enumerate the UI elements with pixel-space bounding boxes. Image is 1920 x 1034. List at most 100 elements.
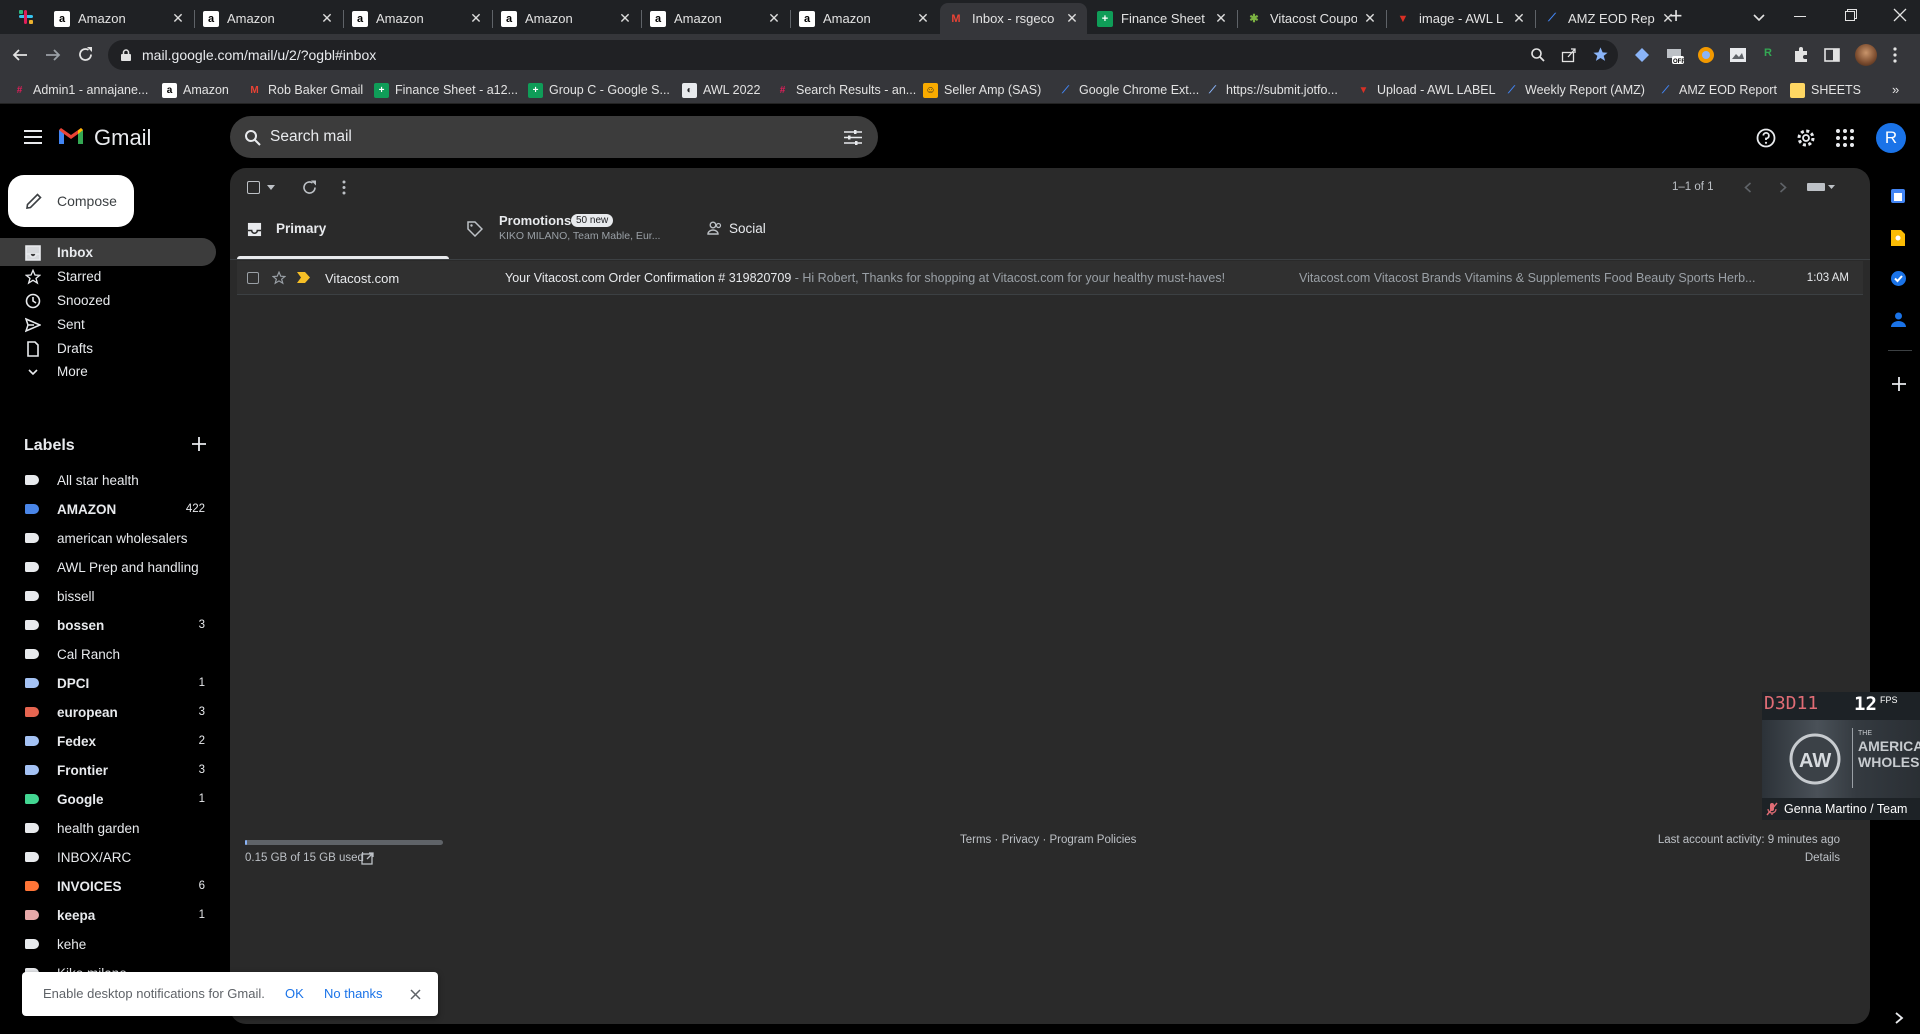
bookmark-item[interactable]: ⟋ Google Chrome Ext...	[1058, 80, 1199, 100]
bookmark-item[interactable]: a Amazon	[162, 80, 229, 100]
tab-search-icon[interactable]	[1752, 10, 1766, 24]
profile-avatar-icon[interactable]	[1855, 44, 1877, 66]
manage-storage-icon[interactable]	[361, 852, 374, 865]
label-item[interactable]: bossen 3	[0, 611, 216, 639]
bookmark-item[interactable]: ◐ AWL 2022	[682, 80, 760, 100]
browser-menu-icon[interactable]	[1893, 46, 1897, 64]
address-bar[interactable]: mail.google.com/mail/u/2/?ogbl#inbox	[108, 40, 1618, 70]
refresh-icon[interactable]	[302, 180, 317, 195]
browser-tab[interactable]: a Amazon ✕	[642, 3, 789, 34]
browser-tab[interactable]: a Amazon ✕	[493, 3, 640, 34]
restore-window-button[interactable]	[1845, 9, 1857, 21]
browser-tab[interactable]: M Inbox - rsgeco ✕	[940, 3, 1087, 34]
label-item[interactable]: Google 1	[0, 785, 216, 813]
browser-tab[interactable]: ▼ image - AWL L ✕	[1387, 3, 1534, 34]
minimize-window-button[interactable]	[1794, 16, 1806, 17]
bookmark-item[interactable]: # Search Results - an...	[775, 80, 916, 100]
more-actions-icon[interactable]	[342, 180, 346, 195]
row-checkbox[interactable]	[247, 272, 259, 284]
bookmark-item[interactable]: # Admin1 - annajane...	[12, 80, 149, 100]
bookmark-item[interactable]: ⟋ Weekly Report (AMZ)	[1504, 80, 1645, 100]
label-item[interactable]: All star health	[0, 466, 216, 494]
browser-tab[interactable]: a Amazon ✕	[195, 3, 342, 34]
label-item[interactable]: Cal Ranch	[0, 640, 216, 668]
privacy-link[interactable]: Privacy	[1002, 834, 1040, 846]
browser-tab[interactable]: ⟋ AMZ EOD Rep ✕	[1536, 3, 1683, 34]
back-button[interactable]	[12, 47, 28, 63]
search-icon[interactable]	[244, 129, 261, 146]
contacts-icon[interactable]	[1890, 311, 1907, 328]
tab-close-icon[interactable]: ✕	[1214, 10, 1228, 27]
tab-promotions[interactable]: Promotions 50 new KIKO MILANO, Team Mable,…	[453, 211, 673, 259]
label-item[interactable]: DPCI 1	[0, 669, 216, 697]
extensions-puzzle-icon[interactable]	[1792, 46, 1810, 64]
forward-button[interactable]	[45, 47, 61, 63]
notification-ok-button[interactable]: OK	[285, 986, 304, 1001]
older-page-button[interactable]	[1779, 182, 1787, 193]
tasks-icon[interactable]	[1890, 270, 1907, 287]
notification-no-thanks-button[interactable]: No thanks	[324, 986, 383, 1001]
bookmark-item[interactable]: SHEETS	[1790, 80, 1861, 100]
zoom-icon[interactable]	[1530, 47, 1546, 63]
label-item[interactable]: european 3	[0, 698, 216, 726]
sidebar-item-more[interactable]: More	[0, 357, 216, 385]
tab-close-icon[interactable]: ✕	[1065, 10, 1079, 27]
label-item[interactable]: kehe	[0, 930, 216, 958]
lock-icon[interactable]	[121, 49, 131, 61]
new-tab-button[interactable]: +	[1665, 5, 1687, 28]
label-item[interactable]: keepa 1	[0, 901, 216, 929]
label-item[interactable]: bissell	[0, 582, 216, 610]
get-addons-icon[interactable]	[1892, 377, 1906, 391]
settings-gear-icon[interactable]	[1796, 128, 1816, 148]
browser-tab[interactable]: a Amazon ✕	[791, 3, 938, 34]
tab-social[interactable]: Social	[693, 211, 913, 259]
program-policies-link[interactable]: Program Policies	[1050, 834, 1137, 846]
browser-tab[interactable]: a Amazon ✕	[46, 3, 193, 34]
bookmark-star-icon[interactable]	[1592, 46, 1609, 63]
bookmark-item[interactable]: ⟋ https://submit.jotfo...	[1205, 80, 1338, 100]
help-icon[interactable]	[1756, 128, 1776, 148]
share-icon[interactable]	[1561, 47, 1577, 63]
bookmark-item[interactable]: ☺ Seller Amp (SAS)	[923, 80, 1041, 100]
tab-close-icon[interactable]: ✕	[618, 10, 632, 27]
tab-close-icon[interactable]: ✕	[767, 10, 781, 27]
extension-circle-icon[interactable]	[1697, 46, 1715, 64]
main-menu-icon[interactable]	[24, 130, 42, 144]
search-bar[interactable]: Search mail	[230, 116, 878, 158]
tab-primary[interactable]: Primary	[230, 211, 450, 259]
input-tools-keyboard-icon[interactable]	[1807, 182, 1835, 192]
browser-tab[interactable]: a Amazon ✕	[344, 3, 491, 34]
more-bookmarks-chevron-icon[interactable]: »	[1892, 82, 1904, 97]
create-label-button[interactable]	[192, 437, 206, 451]
label-item[interactable]: AWL Prep and handling	[0, 553, 216, 581]
keep-icon[interactable]	[1890, 229, 1906, 247]
details-link[interactable]: Details	[1805, 852, 1840, 864]
important-marker-icon[interactable]	[297, 272, 310, 283]
reload-button[interactable]	[77, 46, 94, 63]
tab-close-icon[interactable]: ✕	[1512, 10, 1526, 27]
search-input[interactable]: Search mail	[270, 128, 352, 146]
browser-tab[interactable]: + Finance Sheet ✕	[1089, 3, 1236, 34]
bookmark-item[interactable]: + Finance Sheet - a12...	[374, 80, 518, 100]
bookmark-item[interactable]: + Group C - Google S...	[528, 80, 670, 100]
tab-close-icon[interactable]: ✕	[171, 10, 185, 27]
label-item[interactable]: american wholesalers	[0, 524, 216, 552]
label-item[interactable]: INBOX/ARC	[0, 843, 216, 871]
select-all-checkbox[interactable]	[247, 181, 260, 194]
email-row[interactable]: Vitacost.com Your Vitacost.com Order Conf…	[237, 261, 1863, 295]
chrome-apps-icon[interactable]	[18, 9, 34, 25]
label-item[interactable]: AMAZON 422	[0, 495, 216, 523]
search-options-icon[interactable]	[844, 130, 862, 145]
select-dropdown-chevron-icon[interactable]	[267, 185, 275, 190]
account-avatar[interactable]: R	[1876, 123, 1906, 153]
extension-image-icon[interactable]	[1729, 46, 1747, 64]
label-item[interactable]: health garden	[0, 814, 216, 842]
tab-close-icon[interactable]: ✕	[320, 10, 334, 27]
extension-off-icon[interactable]: OFF	[1666, 46, 1684, 64]
calendar-icon[interactable]	[1890, 188, 1906, 204]
browser-tab[interactable]: ✱ Vitacost Coupo ✕	[1238, 3, 1385, 34]
tab-close-icon[interactable]: ✕	[469, 10, 483, 27]
tab-close-icon[interactable]: ✕	[916, 10, 930, 27]
newer-page-button[interactable]	[1744, 182, 1752, 193]
hide-panel-chevron-icon[interactable]	[1894, 1012, 1904, 1024]
